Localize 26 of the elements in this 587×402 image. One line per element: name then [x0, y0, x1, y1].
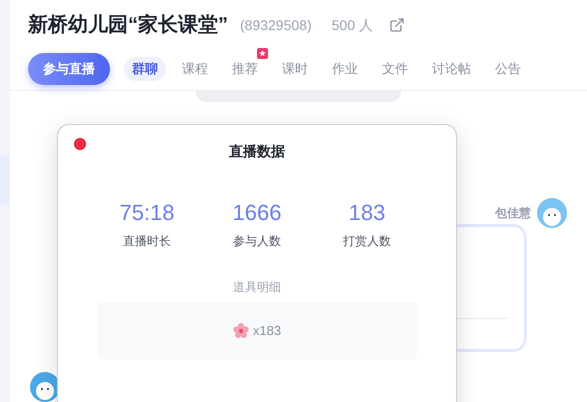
tab[interactable]: 公告 — [487, 56, 529, 81]
member-count: 500 人 — [332, 16, 373, 34]
avatar-icon — [537, 198, 567, 228]
stat-label: 打赏人数 — [343, 233, 391, 250]
live-button[interactable]: 参与直播 — [28, 53, 110, 85]
gift-count: x183 — [252, 322, 282, 340]
group-id: (89329508) — [240, 16, 312, 35]
external-link-icon[interactable] — [388, 17, 405, 33]
tab[interactable]: 文件 — [374, 56, 416, 81]
stat-value: 75:18 — [119, 200, 175, 226]
close-button[interactable] — [74, 138, 86, 150]
gifts-heading: 道具明细 — [233, 279, 281, 296]
sender-name: 包佳慧 — [495, 205, 531, 222]
stat-label: 参与人数 — [233, 233, 281, 250]
flower-icon — [232, 323, 249, 339]
stat-label: 直播时长 — [123, 233, 171, 250]
tab[interactable]: 讨论帖 — [424, 56, 479, 81]
dialog-title: 直播数据 — [229, 142, 285, 161]
tab[interactable]: 作业 — [324, 56, 366, 81]
stat-value: 183 — [348, 200, 386, 226]
tab[interactable]: 课时 — [274, 56, 316, 81]
tab[interactable]: 群聊 — [124, 56, 166, 81]
tab[interactable]: 课程 — [174, 56, 216, 81]
stat-value: 1666 — [232, 200, 282, 226]
group-title: 新桥幼儿园“家长课堂” — [28, 12, 228, 38]
tab[interactable]: 推荐 — [224, 56, 266, 81]
